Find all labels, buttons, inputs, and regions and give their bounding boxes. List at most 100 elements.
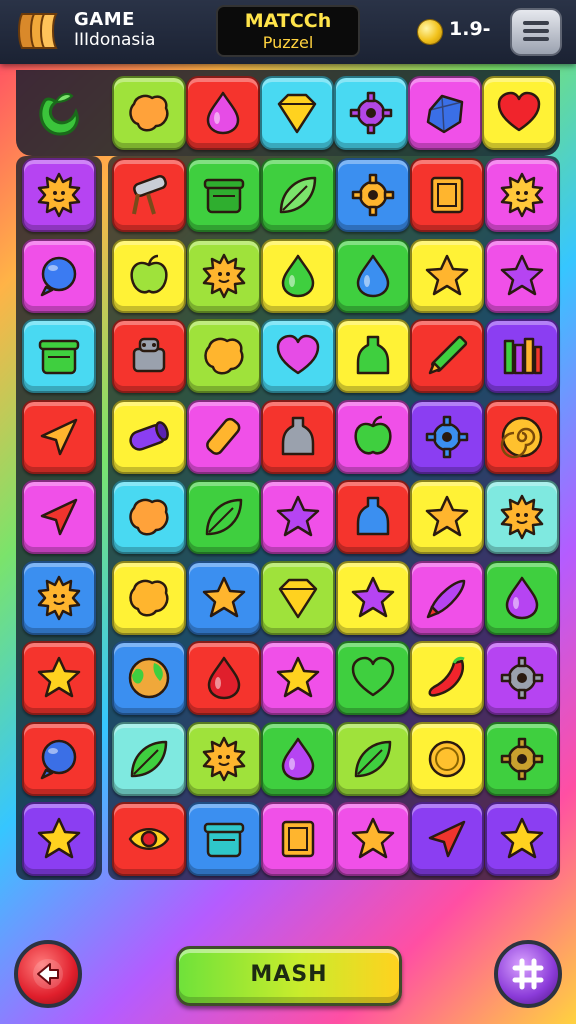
- board-tile[interactable]: [484, 721, 559, 796]
- back-button[interactable]: [14, 940, 82, 1008]
- left-column-tile[interactable]: [22, 560, 96, 635]
- board-tile[interactable]: [186, 721, 261, 796]
- star-icon: [500, 254, 543, 295]
- left-column-tile[interactable]: [22, 641, 96, 715]
- board-tile[interactable]: [112, 560, 186, 635]
- board-tile[interactable]: [484, 158, 559, 232]
- board-tile[interactable]: [261, 721, 335, 796]
- board-tile[interactable]: [186, 641, 261, 715]
- board-tile[interactable]: [484, 641, 559, 715]
- board-tile[interactable]: [186, 560, 261, 635]
- board-tile[interactable]: [261, 399, 335, 474]
- board-tile[interactable]: [410, 560, 484, 635]
- board-tile[interactable]: [186, 238, 261, 313]
- star-icon: [351, 576, 394, 617]
- board-tile[interactable]: [261, 238, 335, 313]
- left-column-tile[interactable]: [22, 802, 96, 876]
- board-tile[interactable]: [335, 238, 410, 313]
- board-tile[interactable]: [484, 480, 559, 554]
- board-tile[interactable]: [484, 238, 559, 313]
- board-tile[interactable]: [112, 480, 186, 554]
- left-column-tile[interactable]: [22, 480, 96, 554]
- board-tile[interactable]: [484, 319, 559, 393]
- top-row-tile[interactable]: [482, 76, 556, 150]
- gear-icon: [351, 173, 394, 217]
- top-row-tile[interactable]: [408, 76, 482, 150]
- board-tile[interactable]: [261, 158, 335, 232]
- board-tile[interactable]: [410, 238, 484, 313]
- left-column-tile[interactable]: [22, 399, 96, 474]
- board-tile[interactable]: [112, 238, 186, 313]
- left-column-tile[interactable]: [22, 238, 96, 313]
- gear-icon: [500, 737, 543, 780]
- board-tile[interactable]: [335, 641, 410, 715]
- board-tile[interactable]: [410, 480, 484, 554]
- pot-icon: [203, 822, 244, 858]
- gear-icon: [500, 656, 543, 700]
- board-tile[interactable]: [112, 158, 186, 232]
- coin-count: 1.9-: [449, 18, 491, 40]
- board-tile[interactable]: [112, 319, 186, 393]
- board-tile[interactable]: [112, 721, 186, 796]
- board-tile[interactable]: [484, 802, 559, 876]
- board-tile[interactable]: [484, 399, 559, 474]
- board-tile[interactable]: [410, 158, 484, 232]
- pot-icon: [203, 178, 244, 214]
- board-tile[interactable]: [186, 399, 261, 474]
- board-tile[interactable]: [261, 560, 335, 635]
- board-tile[interactable]: [335, 802, 410, 876]
- top-row-tile[interactable]: [186, 76, 260, 150]
- blob-icon: [129, 579, 169, 616]
- menu-button[interactable]: [510, 8, 562, 56]
- board-tile[interactable]: [261, 641, 335, 715]
- bottle-icon: [356, 496, 389, 536]
- board-tile[interactable]: [335, 399, 410, 474]
- wooden-scroll-logo: [18, 13, 58, 49]
- leaf-swirl-icon[interactable]: [30, 82, 86, 142]
- eye-icon: [128, 828, 170, 850]
- top-row-tile[interactable]: [334, 76, 408, 150]
- coin-icon: [428, 740, 466, 777]
- board-tile[interactable]: [410, 641, 484, 715]
- board-tile[interactable]: [261, 802, 335, 876]
- star-icon: [425, 495, 469, 537]
- board-tile[interactable]: [261, 480, 335, 554]
- top-row-tile[interactable]: [260, 76, 334, 150]
- drop-icon: [206, 91, 240, 135]
- board-tile[interactable]: [335, 480, 410, 554]
- left-column-tile[interactable]: [22, 158, 96, 232]
- board-tile[interactable]: [112, 802, 186, 876]
- board-tile[interactable]: [410, 399, 484, 474]
- board-tile[interactable]: [186, 319, 261, 393]
- board-tile[interactable]: [335, 158, 410, 232]
- top-row-tile[interactable]: [112, 76, 186, 150]
- board-tile[interactable]: [484, 560, 559, 635]
- gold-coin-icon: [418, 20, 442, 44]
- board-tile[interactable]: [410, 721, 484, 796]
- board-tile[interactable]: [186, 480, 261, 554]
- grid-button[interactable]: [494, 940, 562, 1008]
- sun-icon: [37, 172, 81, 218]
- bottle-icon: [356, 335, 389, 375]
- orb-icon: [40, 256, 77, 296]
- board-tile[interactable]: [112, 399, 186, 474]
- board-tile[interactable]: [186, 158, 261, 232]
- board-tile[interactable]: [335, 721, 410, 796]
- cannon-icon: [132, 175, 167, 215]
- pepper-icon: [428, 656, 465, 697]
- board-tile[interactable]: [261, 319, 335, 393]
- board-tile[interactable]: [186, 802, 261, 876]
- board-tile[interactable]: [112, 641, 186, 715]
- left-column-tile[interactable]: [22, 319, 96, 393]
- board-tile[interactable]: [410, 319, 484, 393]
- arrow-icon: [40, 498, 78, 536]
- left-column-tile[interactable]: [22, 721, 96, 796]
- board-tile[interactable]: [335, 319, 410, 393]
- blob-icon: [129, 498, 169, 536]
- board-tile[interactable]: [335, 560, 410, 635]
- back-arrow-icon: [33, 959, 63, 989]
- board-tile[interactable]: [410, 802, 484, 876]
- mash-button[interactable]: MASH: [176, 946, 402, 1006]
- pencil-icon: [428, 335, 468, 375]
- brand: GAME IIIdonasia: [74, 10, 155, 51]
